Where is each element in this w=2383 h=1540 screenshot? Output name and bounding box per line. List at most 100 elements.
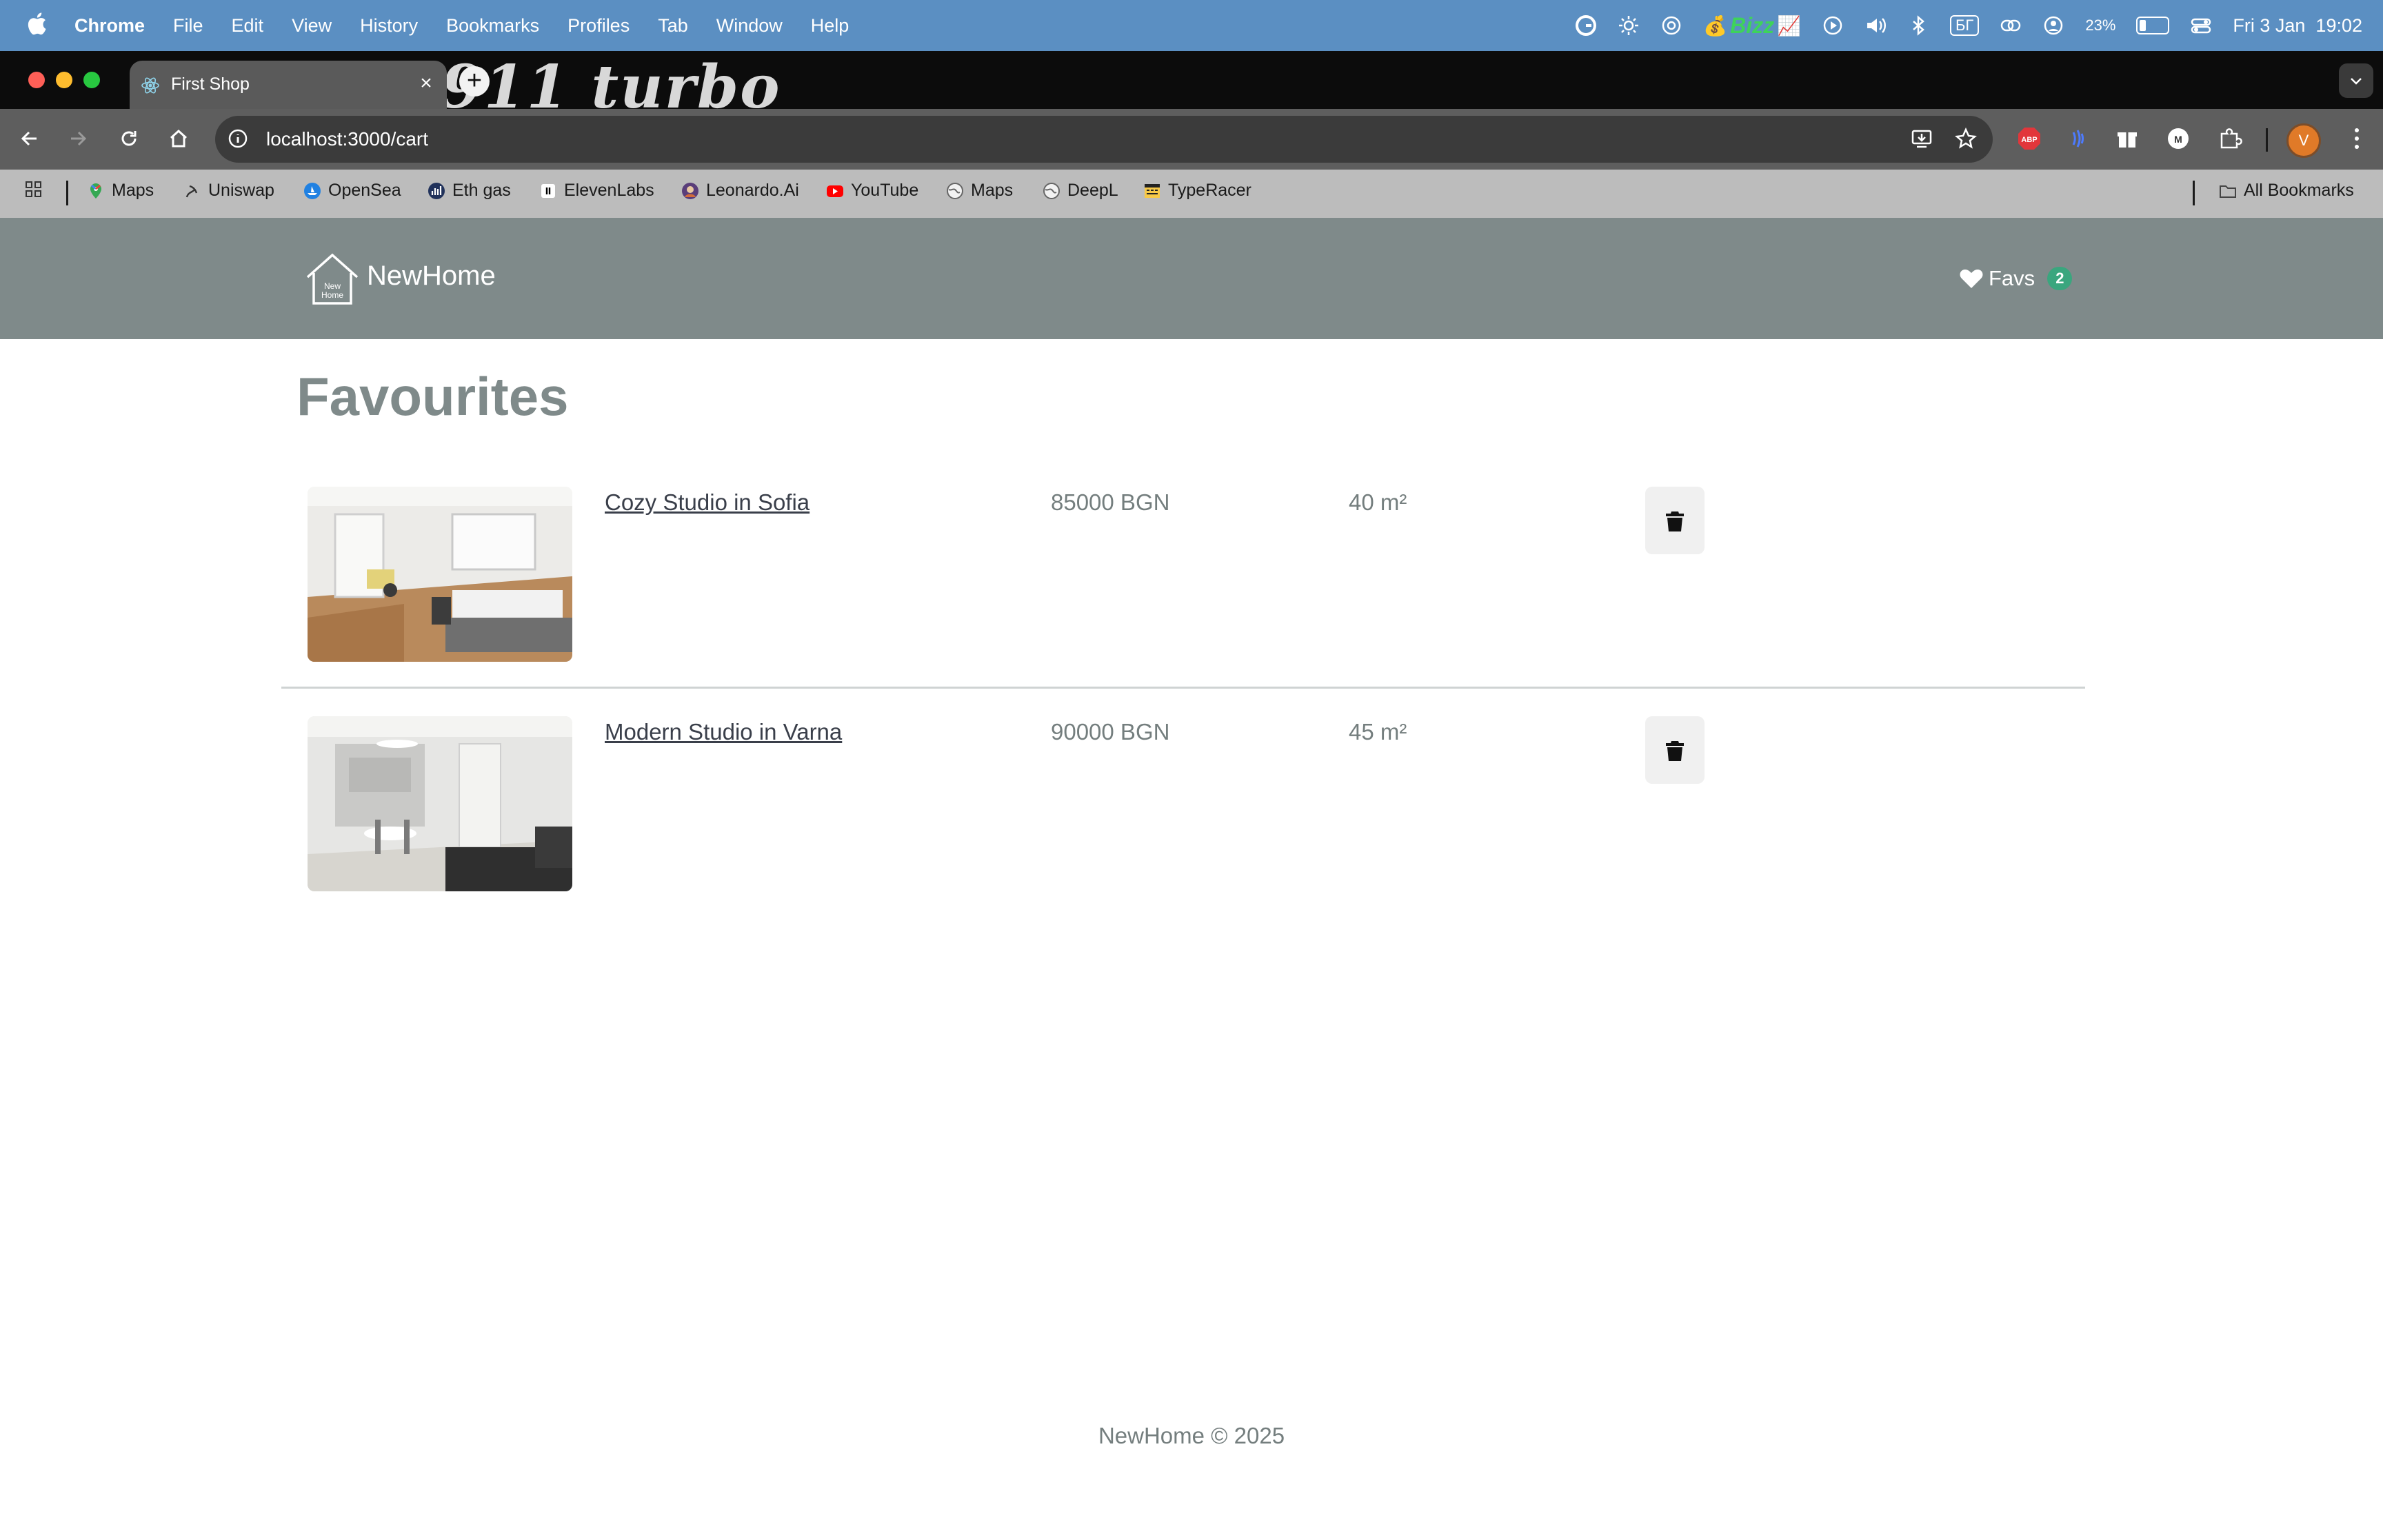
- menu-history[interactable]: History: [360, 15, 418, 37]
- reload-button[interactable]: [113, 123, 145, 154]
- bizz-widget[interactable]: 💰 Bizz 📈: [1703, 13, 1801, 39]
- url-text[interactable]: localhost:3000/cart: [266, 128, 428, 150]
- clock[interactable]: Fri 3 Jan 19:02: [2233, 15, 2362, 37]
- app-menu: Chrome File Edit View History Bookmarks …: [74, 0, 877, 51]
- trash-icon: [1666, 511, 1684, 531]
- window-zoom-button[interactable]: [83, 72, 100, 88]
- menu-edit[interactable]: Edit: [232, 15, 264, 37]
- bookmark-label: Leonardo.Ai: [706, 181, 799, 200]
- bookmark-youtube[interactable]: YouTube: [826, 181, 918, 201]
- site-info-icon[interactable]: [228, 128, 248, 149]
- property-title-link[interactable]: Modern Studio in Varna: [605, 719, 842, 745]
- etherscan-icon: [428, 182, 445, 199]
- google-maps-icon: [90, 183, 101, 199]
- remove-favourite-button[interactable]: [1645, 716, 1705, 784]
- extensions-puzzle-icon[interactable]: [2216, 125, 2242, 152]
- play-icon[interactable]: [1822, 14, 1844, 37]
- kitchen-dining-photo: [308, 716, 572, 891]
- home-button[interactable]: [163, 123, 194, 154]
- grammarly-icon[interactable]: [1575, 14, 1597, 37]
- bookmark-opensea[interactable]: OpenSea: [303, 181, 401, 201]
- bookmarks-bar: Maps Uniswap OpenSea Eth gas ElevenLabs …: [0, 170, 2383, 218]
- back-button[interactable]: [14, 123, 46, 154]
- property-thumbnail[interactable]: [308, 487, 572, 662]
- bluetooth-icon[interactable]: [1907, 14, 1929, 37]
- folder-icon: [2220, 185, 2236, 198]
- battery-percent[interactable]: 23%: [2085, 17, 2115, 34]
- bookmark-uniswap[interactable]: Uniswap: [183, 181, 274, 201]
- bookmark-label: YouTube: [851, 181, 919, 200]
- bookmark-leonardo[interactable]: Leonardo.Ai: [681, 181, 799, 201]
- bookmark-star-icon[interactable]: [1954, 127, 1978, 150]
- menu-file[interactable]: File: [173, 15, 203, 37]
- bookmark-maps[interactable]: Maps: [87, 181, 154, 201]
- metamask-icon[interactable]: M: [2165, 125, 2191, 152]
- chrome-menu-button[interactable]: [2343, 123, 2371, 154]
- favs-count-badge: 2: [2047, 267, 2073, 290]
- user-account-icon[interactable]: [2042, 14, 2064, 37]
- screen-mirroring-icon[interactable]: [2000, 14, 2022, 37]
- svg-text:M: M: [2174, 134, 2182, 145]
- menu-bookmarks[interactable]: Bookmarks: [446, 15, 539, 37]
- bookmark-elevenlabs[interactable]: ElevenLabs: [539, 181, 654, 201]
- bookmark-label: ElevenLabs: [564, 181, 654, 200]
- globe-icon: [1043, 182, 1060, 199]
- bookmark-label: Maps: [971, 181, 1014, 200]
- property-thumbnail[interactable]: [308, 716, 572, 891]
- speechify-icon[interactable]: [2064, 125, 2091, 152]
- page-title: Favourites: [296, 366, 569, 427]
- profile-avatar[interactable]: V: [2286, 123, 2321, 158]
- remove-favourite-button[interactable]: [1645, 487, 1705, 554]
- install-app-icon[interactable]: [1910, 127, 1933, 150]
- window-close-button[interactable]: [28, 72, 45, 88]
- all-bookmarks-button[interactable]: All Bookmarks: [2219, 181, 2354, 201]
- battery-icon[interactable]: [2136, 17, 2170, 34]
- property-price: 85000 BGN: [1051, 489, 1170, 515]
- svg-text:ABP: ABP: [2021, 136, 2037, 144]
- home-logo-icon[interactable]: New Home: [303, 251, 361, 306]
- menu-tab[interactable]: Tab: [658, 15, 688, 37]
- menu-view[interactable]: View: [292, 15, 332, 37]
- menu-app-name[interactable]: Chrome: [74, 15, 145, 37]
- window-minimize-button[interactable]: [56, 72, 72, 88]
- property-title-link[interactable]: Cozy Studio in Sofia: [605, 489, 810, 516]
- control-center-icon[interactable]: [2190, 14, 2212, 37]
- menu-help[interactable]: Help: [811, 15, 849, 37]
- apps-button[interactable]: [25, 181, 43, 199]
- tab-close-icon[interactable]: ×: [415, 72, 437, 94]
- bookmark-label: Maps: [112, 181, 154, 200]
- favs-link[interactable]: Favs 2: [1960, 266, 2073, 291]
- property-price: 90000 BGN: [1051, 719, 1170, 744]
- property-area: 40 m²: [1349, 489, 1407, 515]
- adblock-icon[interactable]: ABP: [2016, 125, 2042, 152]
- keyboard-layout-indicator[interactable]: БГ: [1949, 15, 1980, 36]
- bookmark-maps-2[interactable]: Maps: [946, 181, 1013, 201]
- toolbar-divider: [2266, 128, 2268, 152]
- bookmark-typeracer[interactable]: TypeRacer: [1143, 181, 1251, 201]
- bookmark-label: Uniswap: [208, 181, 274, 200]
- macos-menu-bar: Chrome File Edit View History Bookmarks …: [0, 0, 2383, 51]
- gift-extension-icon[interactable]: [2114, 125, 2140, 152]
- tab-first-shop[interactable]: First Shop ×: [130, 61, 447, 109]
- menu-profiles[interactable]: Profiles: [567, 15, 630, 37]
- brand-name[interactable]: NewHome: [367, 261, 496, 292]
- chatgpt-icon[interactable]: [1660, 14, 1682, 37]
- chart-up-icon: 📈: [1777, 14, 1801, 37]
- bookmark-eth-gas[interactable]: Eth gas: [428, 181, 511, 201]
- bookmark-deepl[interactable]: DeepL: [1043, 181, 1118, 201]
- address-bar[interactable]: localhost:3000/cart: [215, 116, 1993, 163]
- apple-icon[interactable]: [26, 10, 47, 37]
- brightness-icon[interactable]: [1618, 14, 1640, 37]
- kebab-menu-icon: [2355, 128, 2359, 149]
- menu-window[interactable]: Window: [716, 15, 783, 37]
- bookmark-label: Eth gas: [452, 181, 511, 200]
- new-tab-button[interactable]: +: [459, 66, 490, 97]
- elevenlabs-icon: [541, 183, 555, 198]
- opensea-icon: [304, 182, 321, 199]
- apps-grid-icon: [26, 181, 41, 197]
- bookmarks-divider: [2193, 181, 2195, 205]
- forward-button[interactable]: [62, 123, 94, 154]
- arrow-right-icon: [71, 131, 87, 146]
- volume-icon[interactable]: [1864, 14, 1887, 37]
- tab-search-button[interactable]: [2339, 63, 2373, 98]
